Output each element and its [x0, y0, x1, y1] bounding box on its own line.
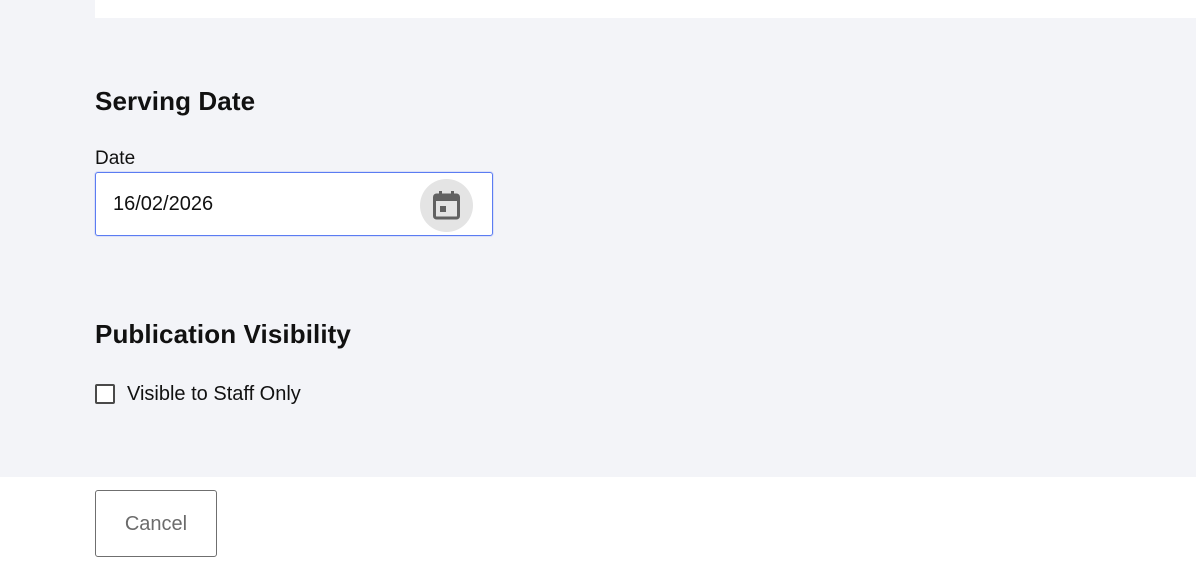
- date-input[interactable]: [96, 173, 406, 235]
- staff-only-checkbox[interactable]: [95, 384, 115, 404]
- form-area: Serving Date Date Publication Visibility…: [0, 0, 1196, 477]
- staff-only-option[interactable]: Visible to Staff Only: [95, 381, 301, 407]
- date-field-label: Date: [95, 148, 136, 169]
- publication-visibility-heading: Publication Visibility: [95, 319, 351, 349]
- calendar-button[interactable]: [420, 179, 473, 232]
- serving-date-heading: Serving Date: [95, 86, 256, 116]
- date-field: [95, 172, 493, 236]
- cancel-button[interactable]: Cancel: [95, 490, 217, 557]
- page: Serving Date Date Publication Visibility…: [0, 0, 1196, 562]
- staff-only-checkbox-label[interactable]: Visible to Staff Only: [127, 383, 301, 406]
- calendar-icon: [433, 191, 460, 220]
- previous-section-card: [95, 0, 1196, 18]
